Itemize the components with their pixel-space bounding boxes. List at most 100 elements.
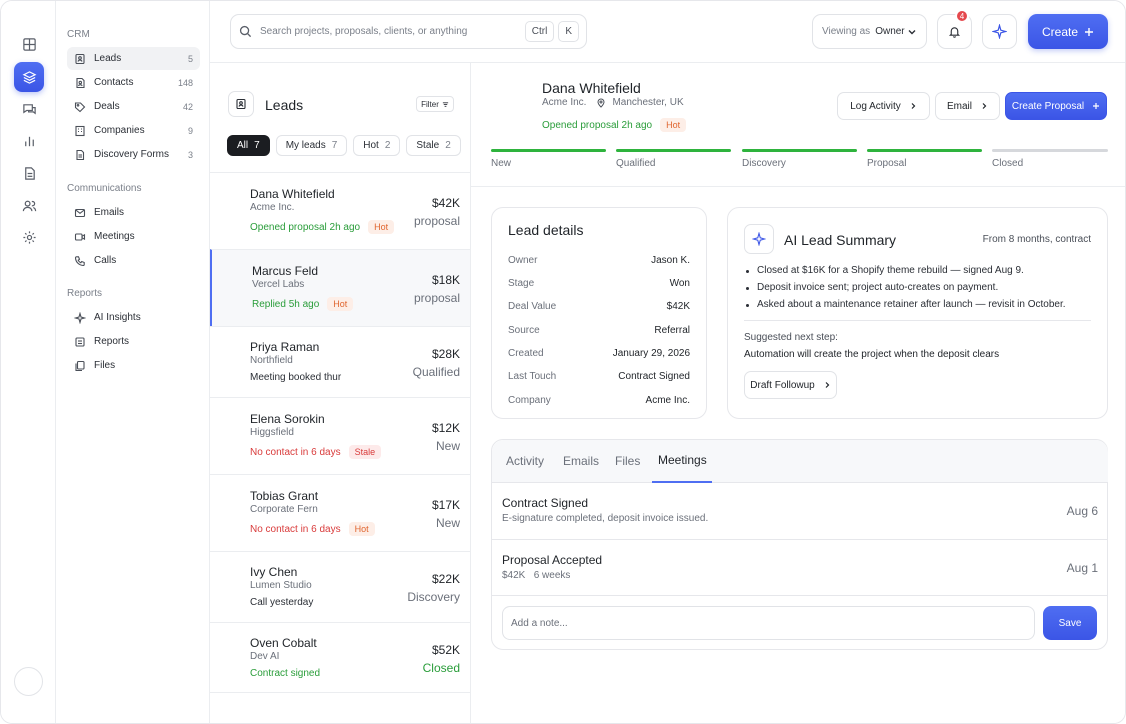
sidebar-item-ai-insights[interactable]: AI Insights [67, 306, 200, 329]
ai-assistant-button[interactable] [982, 14, 1017, 49]
lead-list-item[interactable]: Marcus Feld Vercel Labs Replied 5h ago Ho… [210, 249, 470, 326]
create-proposal-label: Create Proposal [1011, 100, 1085, 112]
video-icon [74, 231, 86, 243]
hot-tag: Hot [368, 220, 395, 234]
chip-label: All [237, 140, 249, 151]
avatar[interactable] [14, 667, 43, 696]
chevron-down-icon [907, 27, 917, 37]
detail-row-owner: Owner Jason K. [508, 255, 690, 266]
pipeline-bar-qualified [616, 149, 731, 152]
bullet-text: Deposit invoice sent; project auto-creat… [757, 282, 999, 293]
sidebar-item-discovery-forms[interactable]: Discovery Forms 3 [67, 143, 200, 166]
pipeline-label: Closed [992, 158, 1024, 169]
detail-key: Source [508, 325, 540, 336]
viewing-as-dropdown[interactable]: Viewing as Owner [812, 14, 927, 49]
save-button[interactable]: Save [1043, 606, 1097, 640]
detail-key: Created [508, 348, 544, 359]
lead-amount: $18K [431, 273, 460, 287]
bar-chart-icon[interactable] [14, 126, 44, 156]
chip-hot[interactable]: Hot 2 [353, 135, 401, 156]
detail-lead-name: Dana Whitefield [542, 80, 641, 96]
log-activity-button[interactable]: Log Activity [837, 92, 930, 120]
sidebar-item-leads[interactable]: Leads 5 [67, 47, 200, 70]
lead-list-item[interactable]: Dana Whitefield Acme Inc. Opened proposa… [210, 172, 470, 249]
lead-book-icon [74, 53, 86, 65]
tab-files[interactable]: Files [615, 454, 640, 468]
email-button[interactable]: Email [935, 92, 1000, 120]
sidebar: CRM Leads 5 Contacts 148 Deals 42 Compan… [56, 1, 210, 723]
bullet-text: Asked about a maintenance retainer after… [757, 299, 1066, 310]
search-box[interactable]: Ctrl K [230, 14, 587, 49]
grid-icon[interactable] [14, 29, 44, 59]
sidebar-item-companies[interactable]: Companies 9 [67, 119, 200, 142]
detail-value: Won [669, 278, 690, 289]
activity-date: Aug 1 [1066, 561, 1098, 575]
detail-location: Manchester, UK [612, 97, 684, 108]
gear-icon[interactable] [14, 222, 44, 252]
filter-button[interactable]: Filter [416, 96, 454, 112]
lead-company: Lumen Studio [250, 580, 312, 591]
detail-key: Deal Value [508, 301, 557, 312]
viewing-as-label: Viewing as [822, 26, 871, 37]
sidebar-item-emails[interactable]: Emails [67, 201, 200, 224]
pipeline-bar-proposal [867, 149, 982, 152]
create-button-label: Create [1041, 24, 1079, 39]
activity-item[interactable]: Contract Signed E-signature completed, d… [492, 483, 1108, 540]
activity-title: Proposal Accepted [502, 553, 603, 567]
filter-label: Filter [421, 99, 439, 109]
lead-status: Meeting booked thur [250, 372, 341, 383]
lead-amount: $22K [431, 572, 460, 586]
chip-label: My leads [285, 140, 326, 151]
sidebar-item-reports[interactable]: Reports [67, 330, 200, 353]
sidebar-item-label: Deals [94, 101, 120, 112]
create-proposal-button[interactable]: Create Proposal [1005, 92, 1107, 120]
note-input[interactable] [502, 606, 1035, 640]
ai-summary-title: AI Lead Summary [784, 232, 897, 248]
notifications-button[interactable]: 4 [937, 9, 972, 49]
detail-value: $42K [666, 301, 690, 312]
lead-list-item[interactable]: Elena Sorokin Higgsfield No contact in 6… [210, 397, 470, 474]
tab-activity[interactable]: Activity [506, 454, 544, 468]
document-icon[interactable] [14, 158, 44, 188]
pipeline-label: New [491, 158, 512, 169]
lead-list-item[interactable]: Priya Raman Northfield Meeting booked th… [210, 326, 470, 397]
lead-status-text: Opened proposal 2h ago [250, 221, 361, 233]
lead-name: Priya Raman [250, 340, 320, 354]
sidebar-item-deals[interactable]: Deals 42 [67, 95, 200, 118]
hot-tag: Hot [327, 297, 354, 311]
lead-list-item[interactable]: Ivy Chen Lumen Studio Call yesterday $22… [210, 551, 470, 622]
sidebar-item-meetings[interactable]: Meetings [67, 225, 200, 248]
sidebar-item-count: 42 [182, 101, 193, 112]
chat-icon[interactable] [14, 94, 44, 124]
users-icon[interactable] [14, 190, 44, 220]
activity-item[interactable]: Proposal Accepted $42K 6 weeks Aug 1 [492, 540, 1108, 596]
detail-row-created: Created January 29, 2026 [508, 348, 690, 359]
lead-list-item[interactable]: Oven Cobalt Dev AI Contract signed $52K … [210, 622, 470, 693]
lead-details-card: Lead details Owner Jason K. Stage Won Deal… [491, 207, 707, 419]
sidebar-item-count: 3 [187, 149, 193, 160]
create-button[interactable]: Create [1028, 14, 1108, 49]
suggested-step-label: Suggested next step: [744, 332, 838, 343]
chip-count: 7 [254, 140, 260, 151]
detail-status-text: Opened proposal 2h ago [542, 119, 653, 131]
hot-tag: Hot [348, 522, 375, 536]
chip-stale[interactable]: Stale 2 [406, 135, 461, 156]
tab-meetings[interactable]: Meetings [658, 453, 707, 467]
sidebar-item-files[interactable]: Files [67, 354, 200, 377]
detail-row-company: Company Acme Inc. [508, 395, 690, 406]
tab-emails[interactable]: Emails [563, 454, 599, 468]
detail-row-stage: Stage Won [508, 278, 690, 289]
sidebar-item-calls[interactable]: Calls [67, 249, 200, 272]
chip-my-leads[interactable]: My leads 7 [275, 135, 348, 156]
layers-icon[interactable] [14, 62, 44, 92]
ai-summary-bullet: Closed at $16K for a Shopify theme rebui… [746, 265, 1091, 276]
chip-label: Stale [416, 140, 440, 151]
plus-icon [1084, 27, 1094, 37]
chip-all[interactable]: All 7 [227, 135, 270, 156]
sidebar-item-contacts[interactable]: Contacts 148 [67, 71, 200, 94]
sidebar-item-label: Files [94, 360, 116, 371]
bullet-text: Closed at $16K for a Shopify theme rebui… [757, 265, 1024, 276]
lead-list-item[interactable]: Tobias Grant Corporate Fern No contact i… [210, 474, 470, 551]
draft-followup-button[interactable]: Draft Followup [744, 371, 837, 399]
search-input[interactable] [260, 26, 521, 37]
